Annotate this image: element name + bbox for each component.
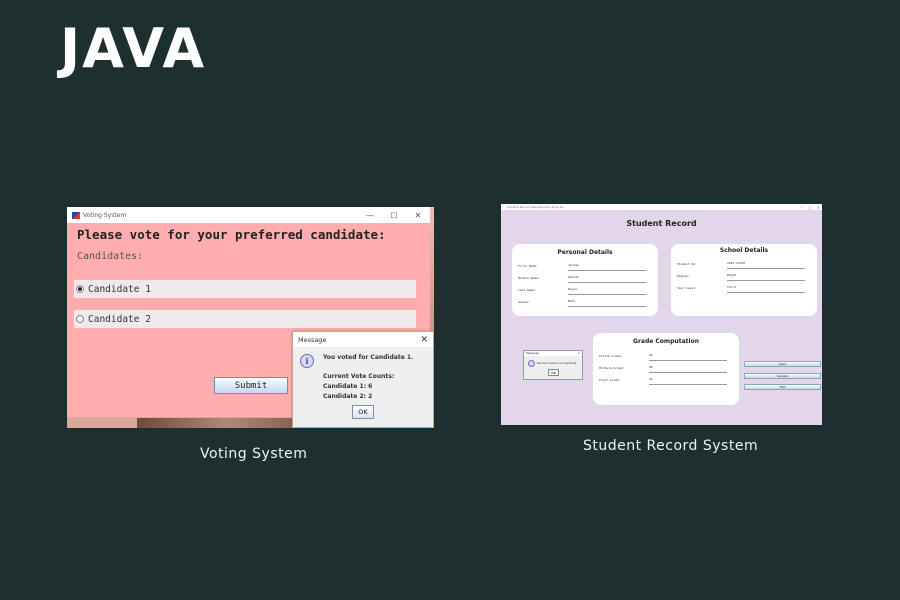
field-label: Final Grade: — [599, 378, 621, 382]
java-app-icon — [72, 211, 80, 219]
student-record-screenshot: Student Record Management Program – □ × … — [501, 204, 822, 425]
field-input[interactable]: 90 — [649, 352, 727, 361]
field-label: Degree: — [677, 274, 690, 278]
vote-heading: Please vote for your preferred candidate… — [77, 227, 386, 242]
message-close-button[interactable]: ✕ — [420, 335, 428, 345]
field-input[interactable]: Jerome — [568, 262, 646, 271]
record-window-title: Student Record Management Program — [507, 205, 565, 209]
candidate-option-1[interactable]: Candidate 1 — [74, 280, 416, 298]
record-title: Student Record — [626, 219, 697, 228]
final-grade-field[interactable]: Final Grade: 92 — [599, 376, 727, 385]
caption-student-record-system: Student Record System — [583, 438, 759, 454]
grade-computation-title: Grade Computation — [633, 338, 699, 345]
ok-button[interactable]: OK — [352, 405, 374, 419]
field-input[interactable]: Third — [727, 284, 805, 293]
info-icon: i — [300, 354, 314, 368]
caption-voting-system: Voting System — [200, 446, 308, 462]
message-line-candidate-1: Candidate 1: 6 — [323, 383, 373, 390]
field-input[interactable]: 2022-12345 — [727, 260, 805, 269]
student-no-field[interactable]: Student No: 2022-12345 — [677, 260, 805, 269]
message-line-candidate-2: Candidate 2: 2 — [323, 393, 373, 400]
candidate-option-2[interactable]: Candidate 2 — [74, 310, 416, 328]
close-button[interactable]: ✕ — [406, 211, 430, 220]
close-button[interactable]: × — [814, 205, 822, 210]
prelim-grade-field[interactable]: Prelim Grade: 90 — [599, 352, 727, 361]
field-input[interactable]: BSCpE — [727, 272, 805, 281]
message-title: Message — [298, 335, 327, 344]
save-button[interactable]: Save — [744, 361, 821, 367]
minimize-button[interactable]: – — [798, 205, 806, 210]
field-input[interactable]: Palomo — [568, 274, 646, 283]
candidate-label: Candidate 2 — [88, 313, 151, 325]
record-message-title: Message — [526, 351, 540, 355]
field-input[interactable]: Male — [568, 298, 646, 307]
first-name-field[interactable]: First Name: Jerome — [518, 262, 646, 271]
grade-computation-card: Grade Computation Prelim Grade: 90 Midter… — [593, 333, 739, 405]
page-title: JAVA — [60, 17, 207, 80]
field-label: Midterm Grade: — [599, 366, 625, 370]
background-photo-bottom — [137, 418, 317, 428]
message-titlebar: Message ✕ — [293, 332, 433, 347]
record-message-text: Record saved successfully. — [537, 361, 577, 365]
candidates-label: Candidates: — [77, 251, 144, 262]
candidate-label: Candidate 1 — [88, 283, 151, 295]
field-label: Gender: — [518, 300, 531, 304]
update-button[interactable]: Update — [744, 373, 821, 379]
record-message-titlebar: Message × — [524, 351, 582, 356]
message-line-voted: You voted for Candidate 1. — [323, 354, 414, 361]
school-details-card: School Details Student No: 2022-12345 Deg… — [671, 244, 817, 316]
close-icon[interactable]: × — [577, 351, 580, 356]
personal-details-title: Personal Details — [557, 249, 613, 256]
message-line-counts: Current Vote Counts: — [323, 373, 395, 380]
year-level-field[interactable]: Year Level: Third — [677, 284, 805, 293]
maximize-button[interactable]: □ — [806, 205, 814, 210]
field-input[interactable]: 92 — [649, 376, 727, 385]
school-details-title: School Details — [719, 247, 769, 254]
degree-field[interactable]: Degree: BSCpE — [677, 272, 805, 281]
field-label: Year Level: — [677, 286, 697, 290]
last-name-field[interactable]: Last Name: Reyes — [518, 286, 646, 295]
maximize-button[interactable]: ☐ — [382, 211, 406, 220]
vote-message-dialog: Message ✕ i You voted for Candidate 1. C… — [292, 331, 434, 428]
minimize-button[interactable]: — — [358, 211, 382, 220]
voting-window-title: Voting System — [83, 211, 127, 219]
middle-name-field[interactable]: Middle Name: Palomo — [518, 274, 646, 283]
field-input[interactable]: 90 — [649, 364, 727, 373]
field-label: Last Name: — [518, 288, 537, 292]
submit-button[interactable]: Submit — [214, 377, 288, 394]
field-input[interactable]: Reyes — [568, 286, 646, 295]
record-message-dialog: Message × Record saved successfully. OK — [523, 350, 583, 380]
personal-details-card: Personal Details First Name: Jerome Middl… — [512, 244, 658, 316]
field-label: First Name: — [518, 264, 538, 268]
info-icon — [528, 360, 535, 367]
field-label: Middle Name: — [518, 276, 540, 280]
ok-button[interactable]: OK — [548, 369, 559, 376]
exit-button[interactable]: Exit — [744, 384, 821, 390]
radio-button[interactable] — [76, 315, 84, 323]
field-label: Student No: — [677, 262, 697, 266]
field-label: Prelim Grade: — [599, 354, 623, 358]
gender-field[interactable]: Gender: Male — [518, 298, 646, 307]
voting-titlebar: Voting System — ☐ ✕ — [67, 207, 430, 223]
record-titlebar: Student Record Management Program – □ × — [501, 204, 822, 210]
radio-button-selected[interactable] — [76, 285, 84, 293]
midterm-grade-field[interactable]: Midterm Grade: 90 — [599, 364, 727, 373]
